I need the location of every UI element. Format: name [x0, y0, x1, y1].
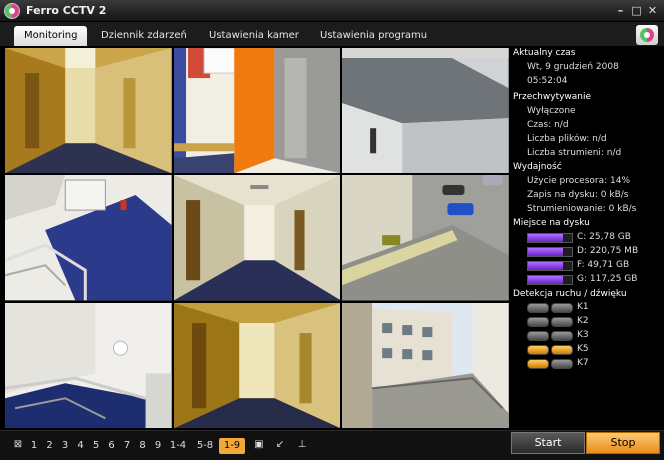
camera-view-7[interactable]	[5, 302, 172, 428]
channel-label: K1	[577, 302, 589, 312]
stop-button[interactable]: Stop	[586, 432, 660, 454]
minimize-button[interactable]: –	[614, 4, 627, 17]
disk-bar-d	[527, 247, 573, 257]
window-title: Ferro CCTV 2	[26, 4, 107, 17]
camera-view-2[interactable]	[173, 48, 341, 174]
disk-label-g: G: 117,25 GB	[577, 274, 638, 284]
recording-time: Czas: n/d	[527, 120, 569, 130]
recording-streams: Liczba strumieni: n/d	[527, 148, 622, 158]
sound-indicator-k1	[551, 303, 573, 313]
camera-view-6[interactable]	[342, 175, 509, 301]
disk-label-c: C: 25,78 GB	[577, 232, 631, 242]
current-time-heading: Aktualny czas	[513, 48, 576, 58]
disk-label-d: D: 220,75 MB	[577, 246, 639, 256]
recording-files: Liczba plików: n/d	[527, 134, 607, 144]
group-button-1-9[interactable]: 1-9	[219, 438, 245, 454]
motion-indicator-k5	[527, 345, 549, 355]
close-button[interactable]: ✕	[646, 4, 659, 17]
performance-heading: Wydajność	[513, 162, 562, 172]
camera-view-8[interactable]	[173, 302, 341, 428]
motion-indicator-k1	[527, 303, 549, 313]
disk-bar-g	[527, 275, 573, 285]
tab-camera-settings[interactable]: Ustawienia kamer	[199, 26, 309, 46]
camera-button-9[interactable]: 9	[152, 438, 164, 454]
recording-heading: Przechwytywanie	[513, 92, 592, 102]
channel-label: K2	[577, 316, 589, 326]
motion-indicator-k7	[527, 359, 549, 369]
fullscreen-icon[interactable]: ⊠	[12, 439, 24, 451]
channel-label: K5	[577, 344, 589, 354]
camera-view-4[interactable]	[5, 175, 172, 301]
maximize-button[interactable]: □	[630, 4, 643, 17]
disk-write: Zapis na dysku: 0 kB/s	[527, 190, 629, 200]
status-panel: Aktualny czas Wt, 9 grudzień 2008 05:52:…	[513, 48, 664, 428]
motion-indicator-k2	[527, 317, 549, 327]
disk-space-heading: Miejsce na dysku	[513, 218, 590, 228]
motion-heading: Detekcja ruchu / dźwięku	[513, 289, 627, 299]
camera-button-5[interactable]: 5	[90, 438, 102, 454]
tab-bar: Monitoring Dziennik zdarzeń Ustawienia k…	[0, 22, 664, 46]
camera-button-6[interactable]: 6	[106, 438, 118, 454]
camera-button-3[interactable]: 3	[59, 438, 71, 454]
group-button-5-8[interactable]: 5-8	[194, 438, 216, 454]
channel-label: K3	[577, 330, 589, 340]
camera-grid	[5, 48, 509, 428]
disk-bar-f	[527, 261, 573, 271]
layout-icon[interactable]: ▣	[253, 439, 265, 451]
sound-indicator-k5	[551, 345, 573, 355]
cpu-usage: Użycie procesora: 14%	[527, 176, 630, 186]
camera-button-4[interactable]: 4	[75, 438, 87, 454]
sound-indicator-k7	[551, 359, 573, 369]
current-date: Wt, 9 grudzień 2008	[527, 62, 619, 72]
tab-event-log[interactable]: Dziennik zdarzeń	[91, 26, 197, 46]
tab-program-settings[interactable]: Ustawienia programu	[310, 26, 437, 46]
sound-indicator-k3	[551, 331, 573, 341]
camera-button-2[interactable]: 2	[44, 438, 56, 454]
camera-view-1[interactable]	[5, 48, 172, 174]
start-button[interactable]: Start	[511, 432, 585, 454]
group-button-1-4[interactable]: 1-4	[167, 438, 189, 454]
disk-bar-c	[527, 233, 573, 243]
disk-label-f: F: 49,71 GB	[577, 260, 630, 270]
motion-indicator-k3	[527, 331, 549, 341]
camera-view-3[interactable]	[342, 48, 509, 174]
current-time: 05:52:04	[527, 76, 568, 86]
camera-view-5[interactable]	[173, 175, 341, 301]
sound-indicator-k2	[551, 317, 573, 327]
camera-button-7[interactable]: 7	[121, 438, 133, 454]
title-bar: Ferro CCTV 2 – □ ✕	[0, 0, 664, 22]
recording-state: Wyłączone	[527, 106, 576, 116]
channel-label: K7	[577, 358, 589, 368]
corner-logo-icon[interactable]	[636, 25, 658, 45]
camera-view-9[interactable]	[342, 302, 509, 428]
tab-monitoring[interactable]: Monitoring	[14, 26, 88, 46]
camera-button-8[interactable]: 8	[137, 438, 149, 454]
ferro-logo-icon	[4, 3, 20, 19]
shrink-icon[interactable]: ↙	[274, 439, 286, 451]
streaming-rate: Strumieniowanie: 0 kB/s	[527, 204, 637, 214]
camera-button-1[interactable]: 1	[28, 438, 40, 454]
pin-icon[interactable]: ⊥	[296, 439, 308, 451]
